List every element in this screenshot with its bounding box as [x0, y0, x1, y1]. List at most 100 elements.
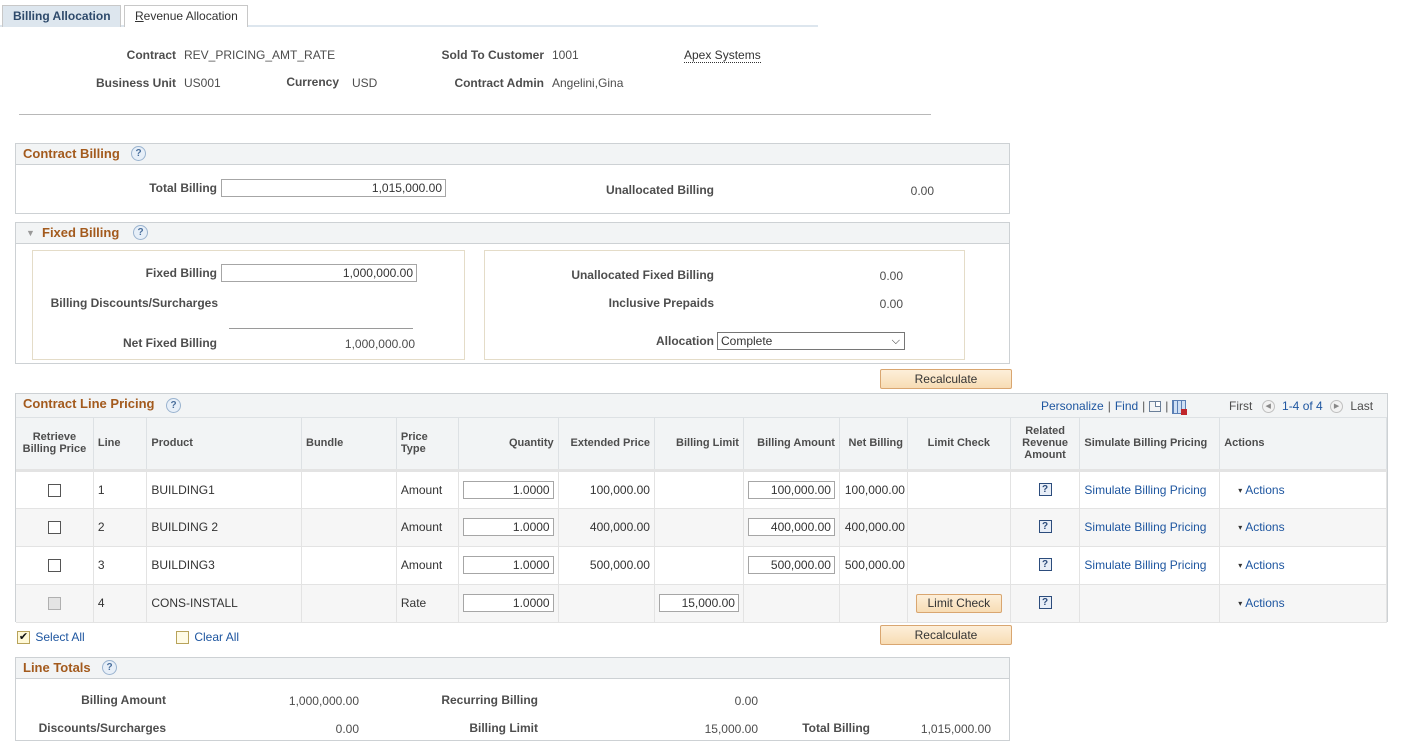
net-billing-cell	[839, 584, 908, 623]
total-billing-label: Total Billing	[149, 181, 217, 195]
allocation-select[interactable]: Complete ⌵	[717, 332, 905, 350]
tab-label-rest: evenue Allocation	[143, 9, 238, 23]
col-price-type: Price Type	[396, 418, 459, 472]
tab-revenue-allocation[interactable]: Revenue Allocation	[124, 5, 248, 27]
collapse-icon[interactable]: ▼	[26, 228, 35, 238]
col-extended-price: Extended Price	[558, 418, 655, 472]
limit-check-cell	[907, 508, 1011, 547]
col-net-billing: Net Billing	[839, 418, 908, 472]
billing-amount-input[interactable]: 100,000.00	[747, 480, 835, 499]
customer-name-link[interactable]: Apex Systems	[684, 48, 761, 63]
price-type-cell: Amount	[396, 470, 459, 509]
clear-all-link[interactable]: Clear All	[194, 630, 239, 644]
download-excel-icon[interactable]	[1172, 399, 1188, 415]
col-billing-amount: Billing Amount	[743, 418, 840, 472]
view-all-icon[interactable]	[1149, 401, 1162, 413]
billing-limit-cell	[654, 508, 744, 547]
help-icon[interactable]: ?	[102, 660, 117, 675]
simulate-billing-pricing-link[interactable]: Simulate Billing Pricing	[1084, 520, 1206, 534]
related-revenue-prompt-icon[interactable]: ?	[1038, 557, 1052, 571]
line-totals-header: Line Totals ?	[16, 658, 1009, 679]
billing-amount-input[interactable]: 400,000.00	[747, 518, 835, 536]
currency-value: USD	[352, 76, 378, 90]
related-revenue-prompt-icon[interactable]: ?	[1038, 482, 1052, 496]
quantity-input[interactable]: 1.0000	[462, 594, 554, 612]
clear-all-checkbox[interactable]	[176, 631, 189, 645]
fixed-billing-title: Fixed Billing	[42, 225, 120, 240]
limit-check-cell	[907, 546, 1011, 585]
table-row: 4 CONS-INSTALL Rate 1.0000 15,000.00 Lim…	[16, 584, 1387, 623]
unallocated-fixed-billing-label: Unallocated Fixed Billing	[571, 268, 714, 282]
contract-billing-header: Contract Billing ?	[16, 144, 1009, 165]
quantity-input[interactable]: 1.0000	[462, 556, 554, 574]
actions-menu[interactable]: ▾ Actions	[1219, 546, 1387, 585]
retrieve-billing-price-checkbox[interactable]	[47, 559, 61, 573]
bundle-cell	[301, 546, 397, 585]
col-simulate-billing-pricing: Simulate Billing Pricing	[1079, 418, 1221, 472]
simulate-billing-pricing-link[interactable]: Simulate Billing Pricing	[1084, 483, 1206, 497]
quantity-input[interactable]: 1.0000	[462, 518, 554, 536]
total-billing-summary-value: 1,015,000.00	[920, 722, 991, 736]
related-revenue-prompt-icon[interactable]: ?	[1038, 595, 1052, 609]
tab-accesskey: R	[135, 9, 144, 23]
dropdown-icon: ▾	[1238, 523, 1243, 532]
quantity-input[interactable]: 1.0000	[462, 480, 554, 499]
col-quantity: Quantity	[458, 418, 559, 472]
select-all-checkbox[interactable]: ✔	[17, 631, 30, 645]
related-revenue-prompt-icon[interactable]: ?	[1038, 519, 1052, 533]
line-number: 1	[93, 470, 148, 509]
fixed-billing-input[interactable]: 1,000,000.00	[221, 264, 417, 282]
limit-check-button[interactable]: Limit Check	[915, 593, 1002, 613]
table-row: 2 BUILDING 2 Amount 1.0000 400,000.00 40…	[16, 508, 1387, 547]
total-billing-input[interactable]: 1,015,000.00	[221, 179, 446, 197]
col-bundle: Bundle	[301, 418, 397, 472]
simulate-billing-pricing-link[interactable]: Simulate Billing Pricing	[1084, 558, 1206, 572]
actions-link[interactable]: Actions	[1245, 558, 1284, 572]
retrieve-billing-price-checkbox[interactable]	[47, 521, 61, 535]
actions-menu[interactable]: ▾ Actions	[1219, 508, 1387, 547]
tab-billing-allocation[interactable]: Billing Allocation	[2, 5, 121, 27]
actions-link[interactable]: Actions	[1245, 520, 1284, 534]
bundle-cell	[301, 508, 397, 547]
sold-to-customer-label: Sold To Customer	[441, 48, 544, 62]
find-link[interactable]: Find	[1115, 399, 1138, 413]
billing-amount-total-label: Billing Amount	[81, 693, 166, 707]
net-fixed-billing-label: Net Fixed Billing	[122, 336, 217, 350]
select-all-link[interactable]: Select All	[35, 630, 84, 644]
billing-limit-input[interactable]: 15,000.00	[658, 594, 739, 612]
line-pricing-table: Retrieve Billing Price Line Product Bund…	[16, 418, 1387, 623]
first-label: First	[1229, 399, 1253, 413]
contract-admin-label: Contract Admin	[454, 76, 544, 90]
col-actions: Actions	[1219, 418, 1387, 472]
personalize-link[interactable]: Personalize	[1041, 399, 1104, 413]
actions-link[interactable]: Actions	[1245, 596, 1284, 610]
help-icon[interactable]: ?	[131, 146, 146, 161]
line-number: 2	[93, 508, 148, 547]
recalculate-button-top[interactable]: Recalculate	[880, 369, 1012, 389]
retrieve-billing-price-checkbox[interactable]	[47, 483, 61, 497]
clear-all-control[interactable]: Clear All	[176, 630, 239, 645]
bundle-cell	[301, 584, 397, 623]
tab-bar-underline	[0, 25, 818, 27]
recalculate-button-bottom[interactable]: Recalculate	[880, 625, 1012, 645]
simulate-billing-pricing-cell	[1079, 584, 1221, 623]
business-unit-label: Business Unit	[95, 76, 176, 90]
total-billing-summary-label: Total Billing	[802, 721, 870, 735]
billing-amount-input[interactable]: 500,000.00	[747, 556, 835, 574]
billing-discounts-label: Billing Discounts/Surcharges	[50, 296, 218, 310]
actions-menu[interactable]: ▾ Actions	[1219, 584, 1387, 623]
retrieve-billing-price-checkbox-disabled	[47, 597, 61, 611]
fixed-billing-label: Fixed Billing	[145, 266, 217, 280]
previous-icon[interactable]: ◀	[1261, 400, 1275, 414]
chevron-down-icon: ⌵	[891, 335, 900, 347]
next-icon[interactable]: ▶	[1330, 400, 1344, 414]
billing-amount-total-value: 1,000,000.00	[288, 694, 359, 708]
actions-link[interactable]: Actions	[1245, 483, 1284, 497]
extended-price-cell: 100,000.00	[558, 470, 655, 509]
select-all-control[interactable]: ✔ Select All	[17, 630, 85, 645]
actions-menu[interactable]: ▾ Actions	[1219, 470, 1387, 509]
line-number: 4	[93, 584, 148, 623]
net-fixed-billing-value: 1,000,000.00	[344, 337, 415, 351]
help-icon[interactable]: ?	[166, 398, 181, 413]
help-icon[interactable]: ?	[133, 225, 148, 240]
